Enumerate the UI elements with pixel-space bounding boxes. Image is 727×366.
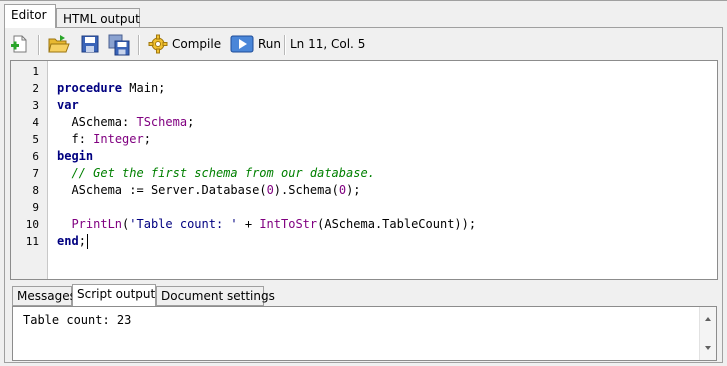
scroll-up-icon[interactable] (705, 317, 711, 321)
save-button[interactable] (80, 31, 100, 57)
line-number: 11 (25, 235, 39, 248)
compile-label: Compile (172, 37, 222, 51)
cursor-position: Ln 11, Col. 5 (290, 31, 365, 57)
code-line: // Get the first schema from our databas… (71, 166, 375, 180)
window-top-border (0, 0, 727, 1)
compile-button[interactable]: Compile (148, 31, 221, 57)
code-line: ASchema: TSchema; (71, 115, 195, 129)
toolbar-separator (138, 35, 140, 55)
code-editor[interactable]: 1 2 3 4 5 6 7 8 9 10 11 procedure Main; … (10, 60, 718, 280)
cursor-position-text: Ln 11, Col. 5 (290, 37, 366, 51)
line-number-gutter: 1 2 3 4 5 6 7 8 9 10 11 (11, 61, 48, 279)
code-line: var (57, 98, 79, 112)
save-all-button[interactable] (108, 31, 130, 57)
code-line: f: Integer; (71, 132, 151, 146)
code-line: PrintLn('Table count: ' + IntToStr(ASche… (71, 217, 477, 231)
save-all-icon (108, 34, 130, 56)
code-line: ASchema := Server.Database(0).Schema(0); (71, 183, 361, 197)
line-number: 4 (32, 116, 39, 129)
open-button[interactable] (48, 31, 70, 57)
play-icon (230, 34, 254, 54)
toolbar: Compile Run Ln 11, Col. 5 (8, 31, 720, 59)
line-number: 3 (32, 99, 39, 112)
tab-html-output[interactable]: HTML output (56, 8, 140, 28)
code-line: end; (57, 234, 86, 248)
line-number: 9 (32, 201, 39, 214)
script-output-text: Table count: 23 (23, 313, 132, 327)
line-number: 1 (32, 65, 39, 78)
run-label: Run (258, 37, 282, 51)
tab-script-output[interactable]: Script output (72, 284, 156, 306)
tab-document-settings[interactable]: Document settings (156, 286, 275, 306)
line-number: 2 (32, 82, 39, 95)
save-icon (80, 34, 100, 54)
new-button[interactable] (10, 31, 30, 57)
toolbar-separator (284, 35, 286, 55)
code-line: begin (57, 149, 94, 163)
output-scrollbar[interactable] (699, 307, 716, 360)
line-number: 5 (32, 133, 39, 146)
line-number: 8 (32, 184, 39, 197)
run-button[interactable]: Run (230, 31, 281, 57)
tab-editor[interactable]: Editor (4, 4, 56, 28)
tab-messages[interactable]: Messages (12, 286, 76, 306)
line-number: 10 (25, 218, 39, 231)
toolbar-separator (38, 35, 40, 55)
script-output-panel[interactable]: Table count: 23 (12, 306, 717, 361)
scroll-down-icon[interactable] (705, 346, 711, 350)
gear-icon (148, 34, 168, 54)
new-file-icon (10, 34, 30, 54)
line-number: 7 (32, 167, 39, 180)
text-caret (87, 234, 88, 249)
line-number: 6 (32, 150, 39, 163)
open-folder-icon (48, 34, 70, 54)
code-line: procedure Main; (57, 81, 166, 95)
